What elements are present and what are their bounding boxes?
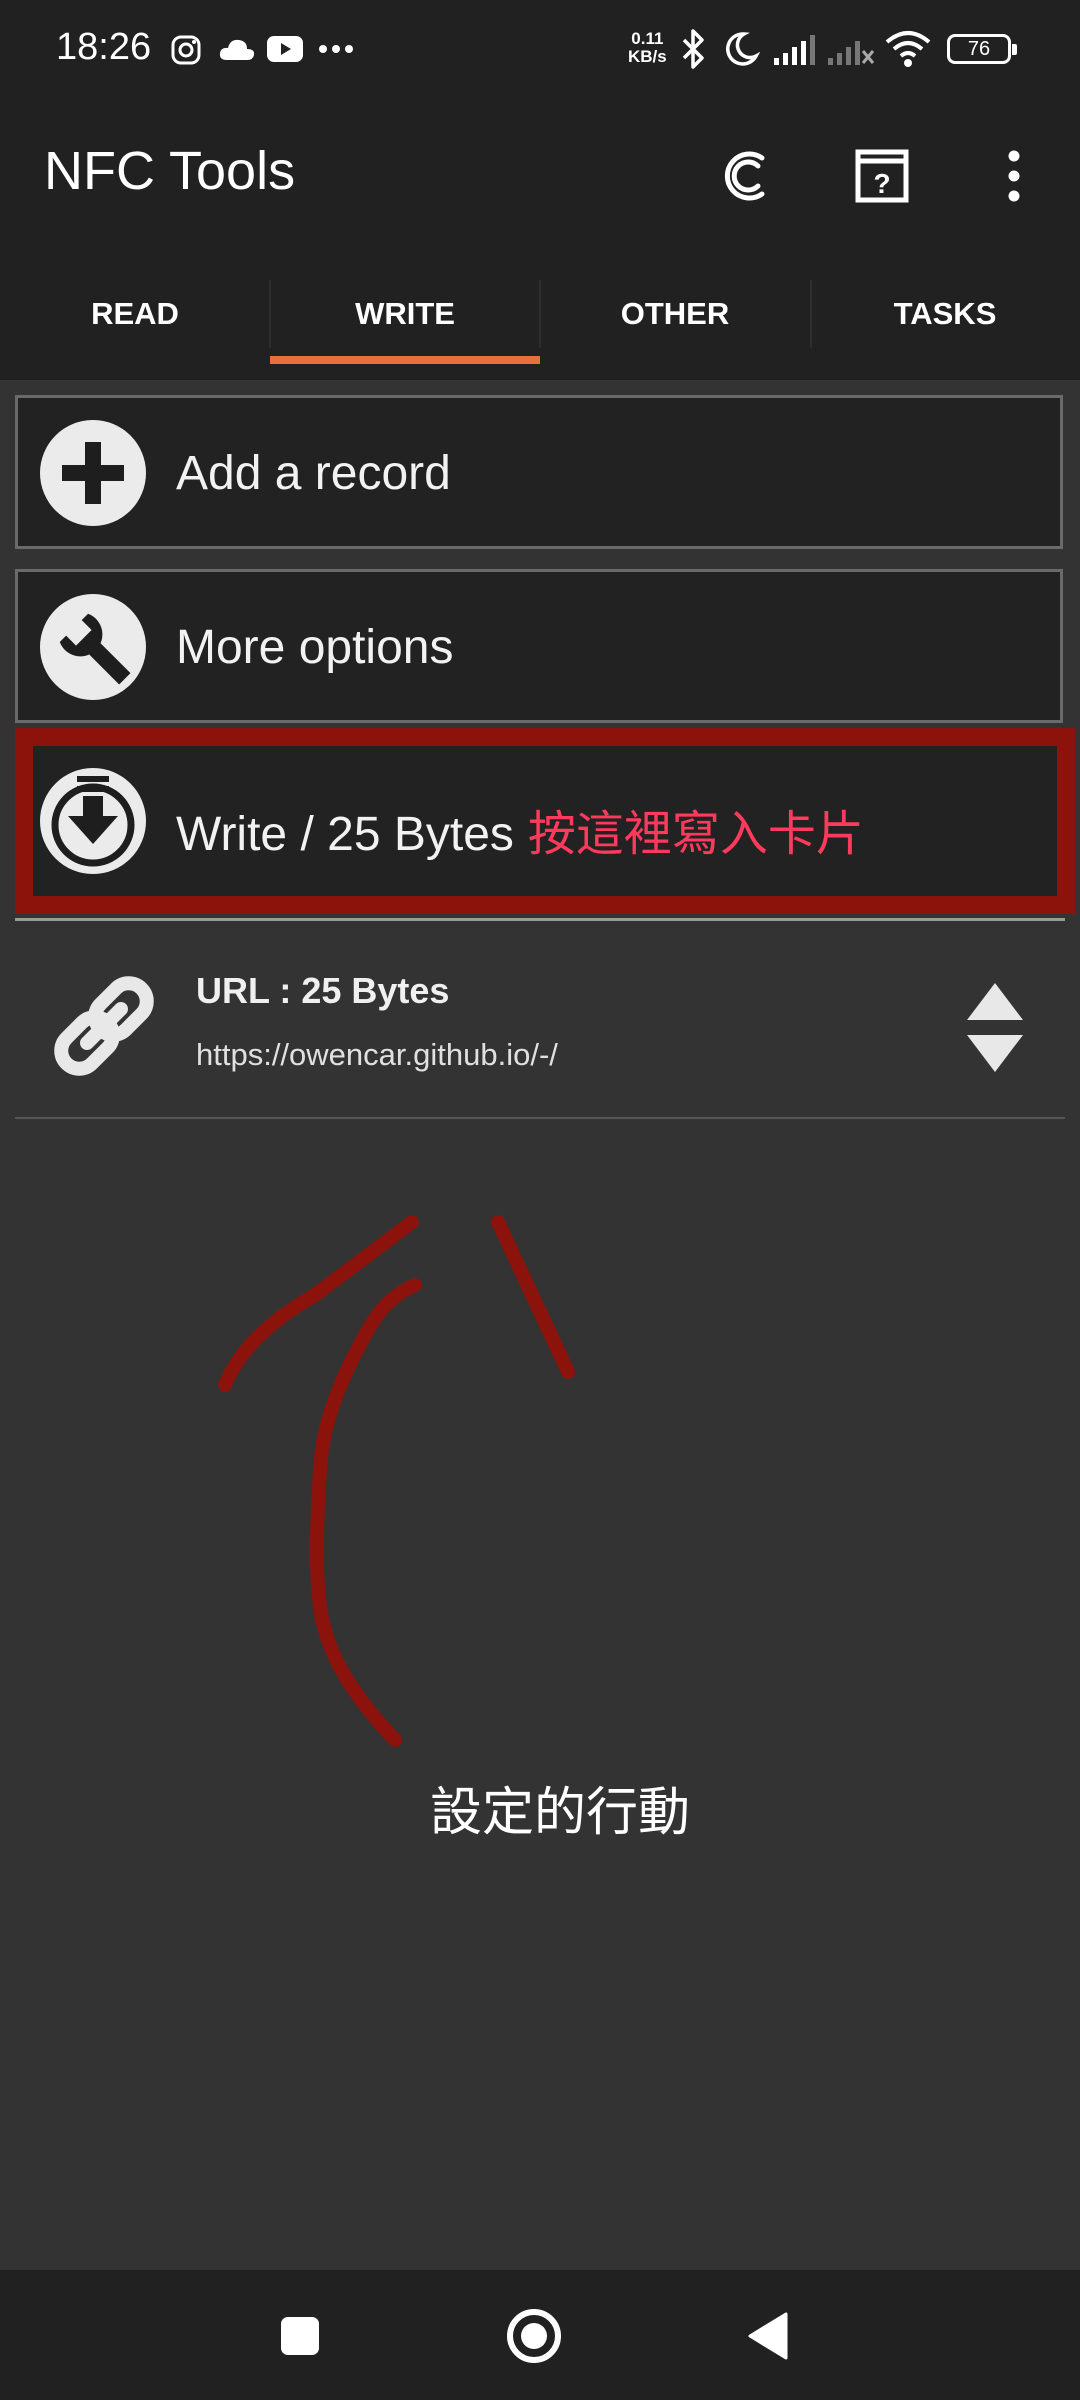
signal-off-icon — [828, 41, 875, 65]
more-options-button[interactable]: More options — [15, 569, 1063, 723]
help-button[interactable]: ? — [846, 140, 918, 212]
tab-active-indicator — [270, 356, 540, 364]
back-icon — [748, 2312, 788, 2360]
net-speed-value: 0.11 — [631, 29, 664, 48]
wifi-icon — [885, 31, 931, 67]
home-button[interactable] — [498, 2300, 570, 2372]
instagram-icon — [171, 35, 201, 65]
recent-apps-button[interactable] — [264, 2300, 336, 2372]
tab-separator — [539, 280, 541, 348]
add-record-button[interactable]: Add a record — [15, 395, 1063, 549]
add-record-label: Add a record — [176, 447, 451, 500]
wrench-icon — [40, 594, 146, 700]
overflow-menu-icon — [1008, 150, 1020, 202]
refresh-c-icon — [724, 151, 765, 201]
status-time: 18:26 — [56, 26, 152, 68]
tab-separator — [810, 280, 812, 348]
overflow-menu-button[interactable] — [978, 140, 1050, 212]
more-dots-icon — [319, 45, 353, 53]
records-divider — [15, 918, 1065, 921]
record-title: URL : 25 Bytes — [196, 970, 450, 1011]
record-divider — [15, 1117, 1065, 1119]
link-icon — [54, 976, 154, 1076]
navigation-bar — [0, 2270, 1080, 2400]
add-circle-icon — [40, 420, 146, 526]
download-write-icon — [40, 768, 146, 874]
record-item[interactable]: URL : 25 Bytes https://owencar.github.io… — [15, 925, 1065, 1115]
tab-other[interactable]: OTHER — [540, 248, 810, 380]
status-bar: 18:26 0.11 KB/s 76 — [0, 0, 1080, 100]
signal-icon — [774, 35, 815, 65]
svg-text:?: ? — [873, 168, 890, 199]
cloud-icon — [219, 39, 255, 60]
record-value: https://owencar.github.io/-/ — [196, 1037, 558, 1072]
moon-icon — [726, 32, 760, 66]
tab-read[interactable]: READ — [0, 248, 270, 380]
bluetooth-icon — [682, 29, 704, 69]
refresh-c-button[interactable] — [712, 140, 784, 212]
tab-tasks[interactable]: TASKS — [810, 248, 1080, 380]
app-bar: NFC Tools ? — [0, 100, 1080, 248]
home-icon — [507, 2309, 561, 2363]
write-hint-annotation: 按這裡寫入卡片 — [527, 808, 864, 861]
reorder-arrows-icon[interactable] — [965, 983, 1025, 1073]
recent-apps-icon — [281, 2317, 319, 2355]
help-icon: ? — [855, 149, 909, 203]
arrow-caption-annotation: 設定的行動 — [430, 1784, 691, 1842]
write-label: Write / 25 Bytes 按這裡寫入卡片 — [176, 794, 864, 864]
more-options-label: More options — [176, 621, 454, 674]
youtube-icon — [267, 36, 303, 62]
write-button[interactable]: Write / 25 Bytes 按這裡寫入卡片 — [15, 743, 1063, 897]
write-text: Write / 25 Bytes — [176, 808, 514, 861]
net-speed: 0.11 KB/s — [628, 30, 667, 66]
net-speed-unit: KB/s — [628, 47, 667, 66]
tab-separator — [269, 280, 271, 348]
battery-icon: 76 — [947, 34, 1017, 64]
back-button[interactable] — [732, 2300, 804, 2372]
app-title: NFC Tools — [44, 141, 296, 201]
